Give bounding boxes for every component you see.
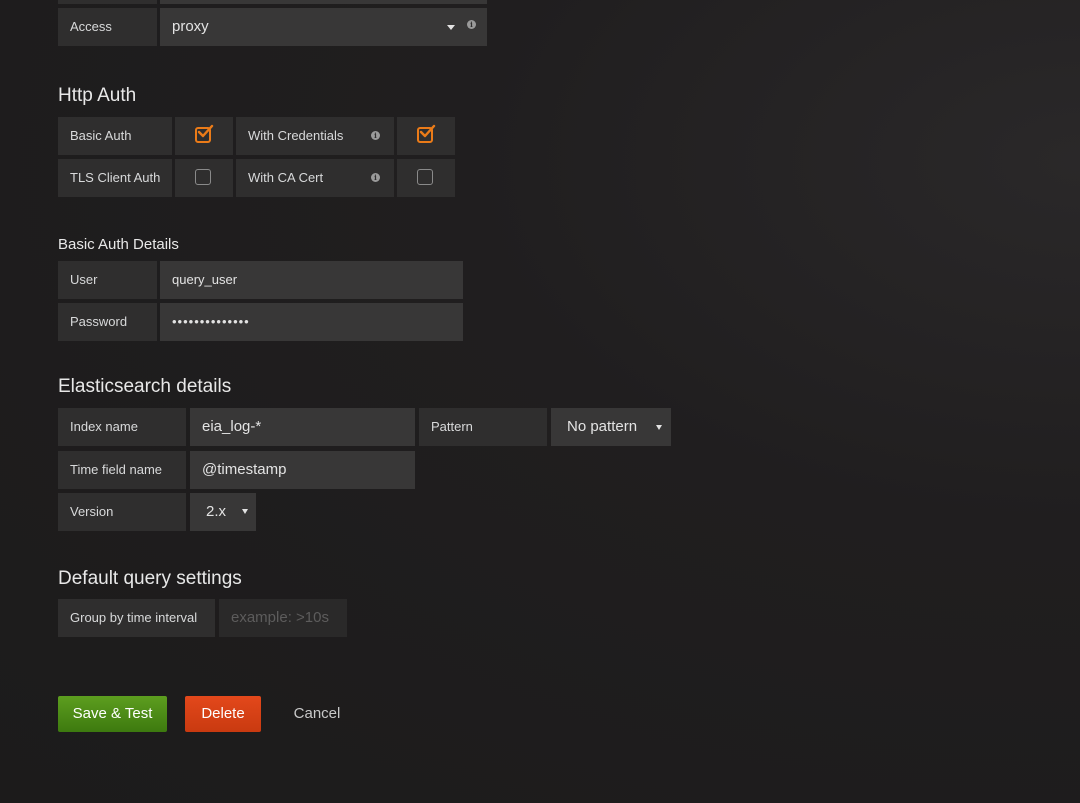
cancel-button[interactable]: Cancel xyxy=(283,696,351,732)
with-credentials-label: With Credentials i xyxy=(236,117,394,155)
index-name-label: Index name xyxy=(58,408,186,446)
with-credentials-label-text: With Credentials xyxy=(248,128,344,143)
password-label: Password xyxy=(58,303,157,341)
group-by-time-interval-input[interactable]: example: >10s xyxy=(219,599,347,637)
basic-auth-label: Basic Auth xyxy=(58,117,172,155)
checkbox-unchecked-icon xyxy=(195,169,211,185)
version-label: Version xyxy=(58,493,186,531)
user-input[interactable]: query_user xyxy=(160,261,463,299)
version-select-value: 2.x xyxy=(206,503,227,520)
checkbox-checked-icon xyxy=(417,124,436,143)
index-name-input[interactable]: eia_log-* xyxy=(190,408,415,446)
elasticsearch-details-title: Elasticsearch details xyxy=(58,376,232,397)
pattern-select-value: No pattern xyxy=(567,418,638,435)
group-by-time-interval-label: Group by time interval xyxy=(58,599,215,637)
chevron-down-icon xyxy=(447,25,455,30)
access-select[interactable]: proxy i xyxy=(160,8,487,46)
tls-client-auth-label: TLS Client Auth xyxy=(58,159,172,197)
datasource-settings-page: Access proxy i Http Auth Basic Auth With… xyxy=(0,0,1080,803)
time-field-name-label: Time field name xyxy=(58,451,186,489)
checkbox-checked-icon xyxy=(195,124,214,143)
previous-row-label-edge xyxy=(58,0,157,4)
access-select-value: proxy xyxy=(172,18,209,35)
access-label: Access xyxy=(58,8,157,46)
pattern-label: Pattern xyxy=(419,408,547,446)
info-icon[interactable]: i xyxy=(371,131,380,140)
save-test-button[interactable]: Save & Test xyxy=(58,696,167,732)
user-label: User xyxy=(58,261,157,299)
chevron-down-icon xyxy=(242,509,248,514)
with-ca-cert-label: With CA Cert i xyxy=(236,159,394,197)
password-value: •••••••••••••• xyxy=(172,314,250,329)
with-ca-cert-checkbox[interactable] xyxy=(397,159,455,197)
http-auth-title: Http Auth xyxy=(58,85,137,106)
default-query-settings-title: Default query settings xyxy=(58,568,242,589)
pattern-select[interactable]: No pattern xyxy=(551,408,671,446)
with-ca-cert-label-text: With CA Cert xyxy=(248,170,324,185)
chevron-down-icon xyxy=(656,425,662,430)
tls-client-auth-checkbox[interactable] xyxy=(175,159,233,197)
version-select[interactable]: 2.x xyxy=(190,493,256,531)
basic-auth-details-title: Basic Auth Details xyxy=(58,236,179,253)
info-icon[interactable]: i xyxy=(467,20,476,29)
group-by-time-interval-placeholder: example: >10s xyxy=(231,609,329,626)
time-field-name-input[interactable]: @timestamp xyxy=(190,451,415,489)
info-icon[interactable]: i xyxy=(371,173,380,182)
password-input[interactable]: •••••••••••••• xyxy=(160,303,463,341)
previous-row-input-edge xyxy=(160,0,487,4)
with-credentials-checkbox[interactable] xyxy=(397,117,455,155)
checkbox-unchecked-icon xyxy=(417,169,433,185)
delete-button[interactable]: Delete xyxy=(185,696,261,732)
basic-auth-checkbox[interactable] xyxy=(175,117,233,155)
